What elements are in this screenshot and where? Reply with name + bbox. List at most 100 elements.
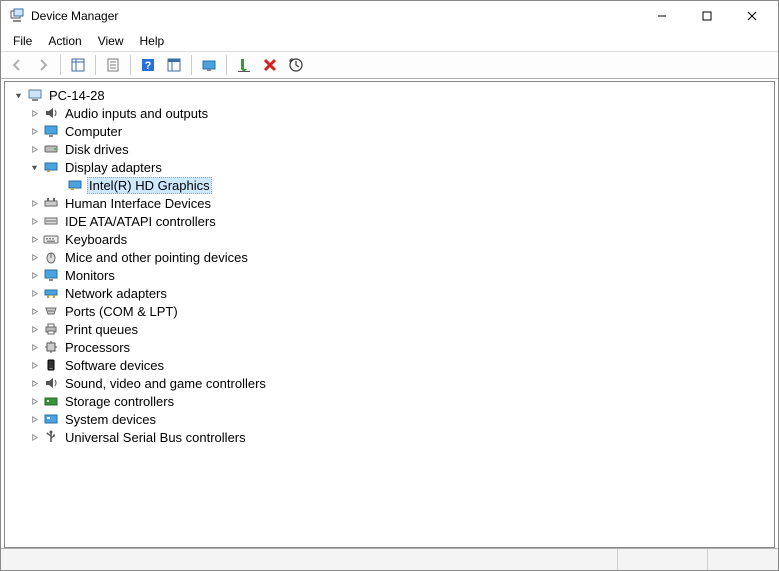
computer-icon [27,87,43,103]
chevron-right-icon[interactable] [27,286,41,300]
chevron-right-icon[interactable] [27,142,41,156]
tree-category[interactable]: Storage controllers [7,392,772,410]
monitor-icon [43,267,59,283]
app-icon [9,8,25,24]
tree-category[interactable]: IDE ATA/ATAPI controllers [7,212,772,230]
chevron-right-icon[interactable] [27,322,41,336]
tree-category-label: Processors [63,340,132,355]
tree-category[interactable]: Universal Serial Bus controllers [7,428,772,446]
tree-category[interactable]: Sound, video and game controllers [7,374,772,392]
help-button[interactable]: ? [136,54,160,76]
chevron-right-icon[interactable] [27,250,41,264]
maximize-button[interactable] [684,1,729,31]
tree-device-selected[interactable]: Intel(R) HD Graphics [7,176,772,194]
network-icon [43,285,59,301]
chevron-right-icon[interactable] [27,124,41,138]
tree-root-label: PC-14-28 [47,88,107,103]
status-cell [618,549,708,570]
tree-category[interactable]: Software devices [7,356,772,374]
toolbar-separator [191,55,192,75]
tree-category[interactable]: Disk drives [7,140,772,158]
back-button[interactable] [5,54,29,76]
chevron-down-icon[interactable] [27,160,41,174]
chevron-down-icon[interactable] [11,88,25,102]
chevron-right-icon[interactable] [27,268,41,282]
tree-category[interactable]: Human Interface Devices [7,194,772,212]
menu-help[interactable]: Help [132,32,173,50]
menu-action[interactable]: Action [40,32,89,50]
tree-category[interactable]: Print queues [7,320,772,338]
menu-file[interactable]: File [5,32,40,50]
audio-icon [43,105,59,121]
tree-category-label: Disk drives [63,142,131,157]
tree-category-label: IDE ATA/ATAPI controllers [63,214,218,229]
properties-button[interactable] [101,54,125,76]
keyboard-icon [43,231,59,247]
tree-category[interactable]: Mice and other pointing devices [7,248,772,266]
menu-view[interactable]: View [90,32,132,50]
tree-category-expanded[interactable]: Display adapters [7,158,772,176]
cpu-icon [43,339,59,355]
sound-icon [43,375,59,391]
software-icon [43,357,59,373]
chevron-right-icon[interactable] [27,214,41,228]
tree-category[interactable]: Keyboards [7,230,772,248]
tree-category-label: Keyboards [63,232,129,247]
statusbar [1,548,778,570]
tree-category-label: Audio inputs and outputs [63,106,210,121]
tree-category[interactable]: Processors [7,338,772,356]
chevron-right-icon[interactable] [27,106,41,120]
tree-category-label: Human Interface Devices [63,196,213,211]
chevron-right-icon[interactable] [27,196,41,210]
close-button[interactable] [729,1,774,31]
chevron-right-icon[interactable] [27,232,41,246]
chevron-right-icon[interactable] [27,376,41,390]
tree-category-label: Print queues [63,322,140,337]
enable-device-button[interactable] [232,54,256,76]
tree-category-label: Monitors [63,268,117,283]
toolbar-separator [95,55,96,75]
device-tree-panel[interactable]: PC-14-28 Audio inputs and outputs Comput… [4,81,775,548]
device-tree: PC-14-28 Audio inputs and outputs Comput… [5,82,774,450]
storage-icon [43,393,59,409]
system-icon [43,411,59,427]
chevron-right-icon[interactable] [27,412,41,426]
chevron-right-icon[interactable] [27,358,41,372]
ide-icon [43,213,59,229]
monitor-icon [43,123,59,139]
uninstall-device-button[interactable] [258,54,282,76]
tree-category[interactable]: Monitors [7,266,772,284]
status-cell [1,549,618,570]
tree-device-label: Intel(R) HD Graphics [87,177,212,194]
tree-category-label: Network adapters [63,286,169,301]
tree-category[interactable]: Audio inputs and outputs [7,104,772,122]
chevron-right-icon[interactable] [27,430,41,444]
scan-hardware-button[interactable] [284,54,308,76]
tree-root[interactable]: PC-14-28 [7,86,772,104]
tree-category[interactable]: System devices [7,410,772,428]
toolbar-separator [130,55,131,75]
hid-icon [43,195,59,211]
port-icon [43,303,59,319]
tree-category[interactable]: Ports (COM & LPT) [7,302,772,320]
tree-category-label: Computer [63,124,124,139]
tree-category[interactable]: Network adapters [7,284,772,302]
svg-text:?: ? [145,60,152,72]
update-driver-button[interactable] [197,54,221,76]
chevron-right-icon[interactable] [27,304,41,318]
tree-category-label: Display adapters [63,160,164,175]
forward-button[interactable] [31,54,55,76]
printer-icon [43,321,59,337]
menubar: File Action View Help [1,31,778,51]
minimize-button[interactable] [639,1,684,31]
tree-category-label: Ports (COM & LPT) [63,304,180,319]
chevron-right-icon[interactable] [27,340,41,354]
show-hide-tree-button[interactable] [66,54,90,76]
chevron-right-icon[interactable] [27,394,41,408]
tree-category-label: System devices [63,412,158,427]
usb-icon [43,429,59,445]
action-app-button[interactable] [162,54,186,76]
tree-category[interactable]: Computer [7,122,772,140]
mouse-icon [43,249,59,265]
window-title: Device Manager [31,9,118,23]
